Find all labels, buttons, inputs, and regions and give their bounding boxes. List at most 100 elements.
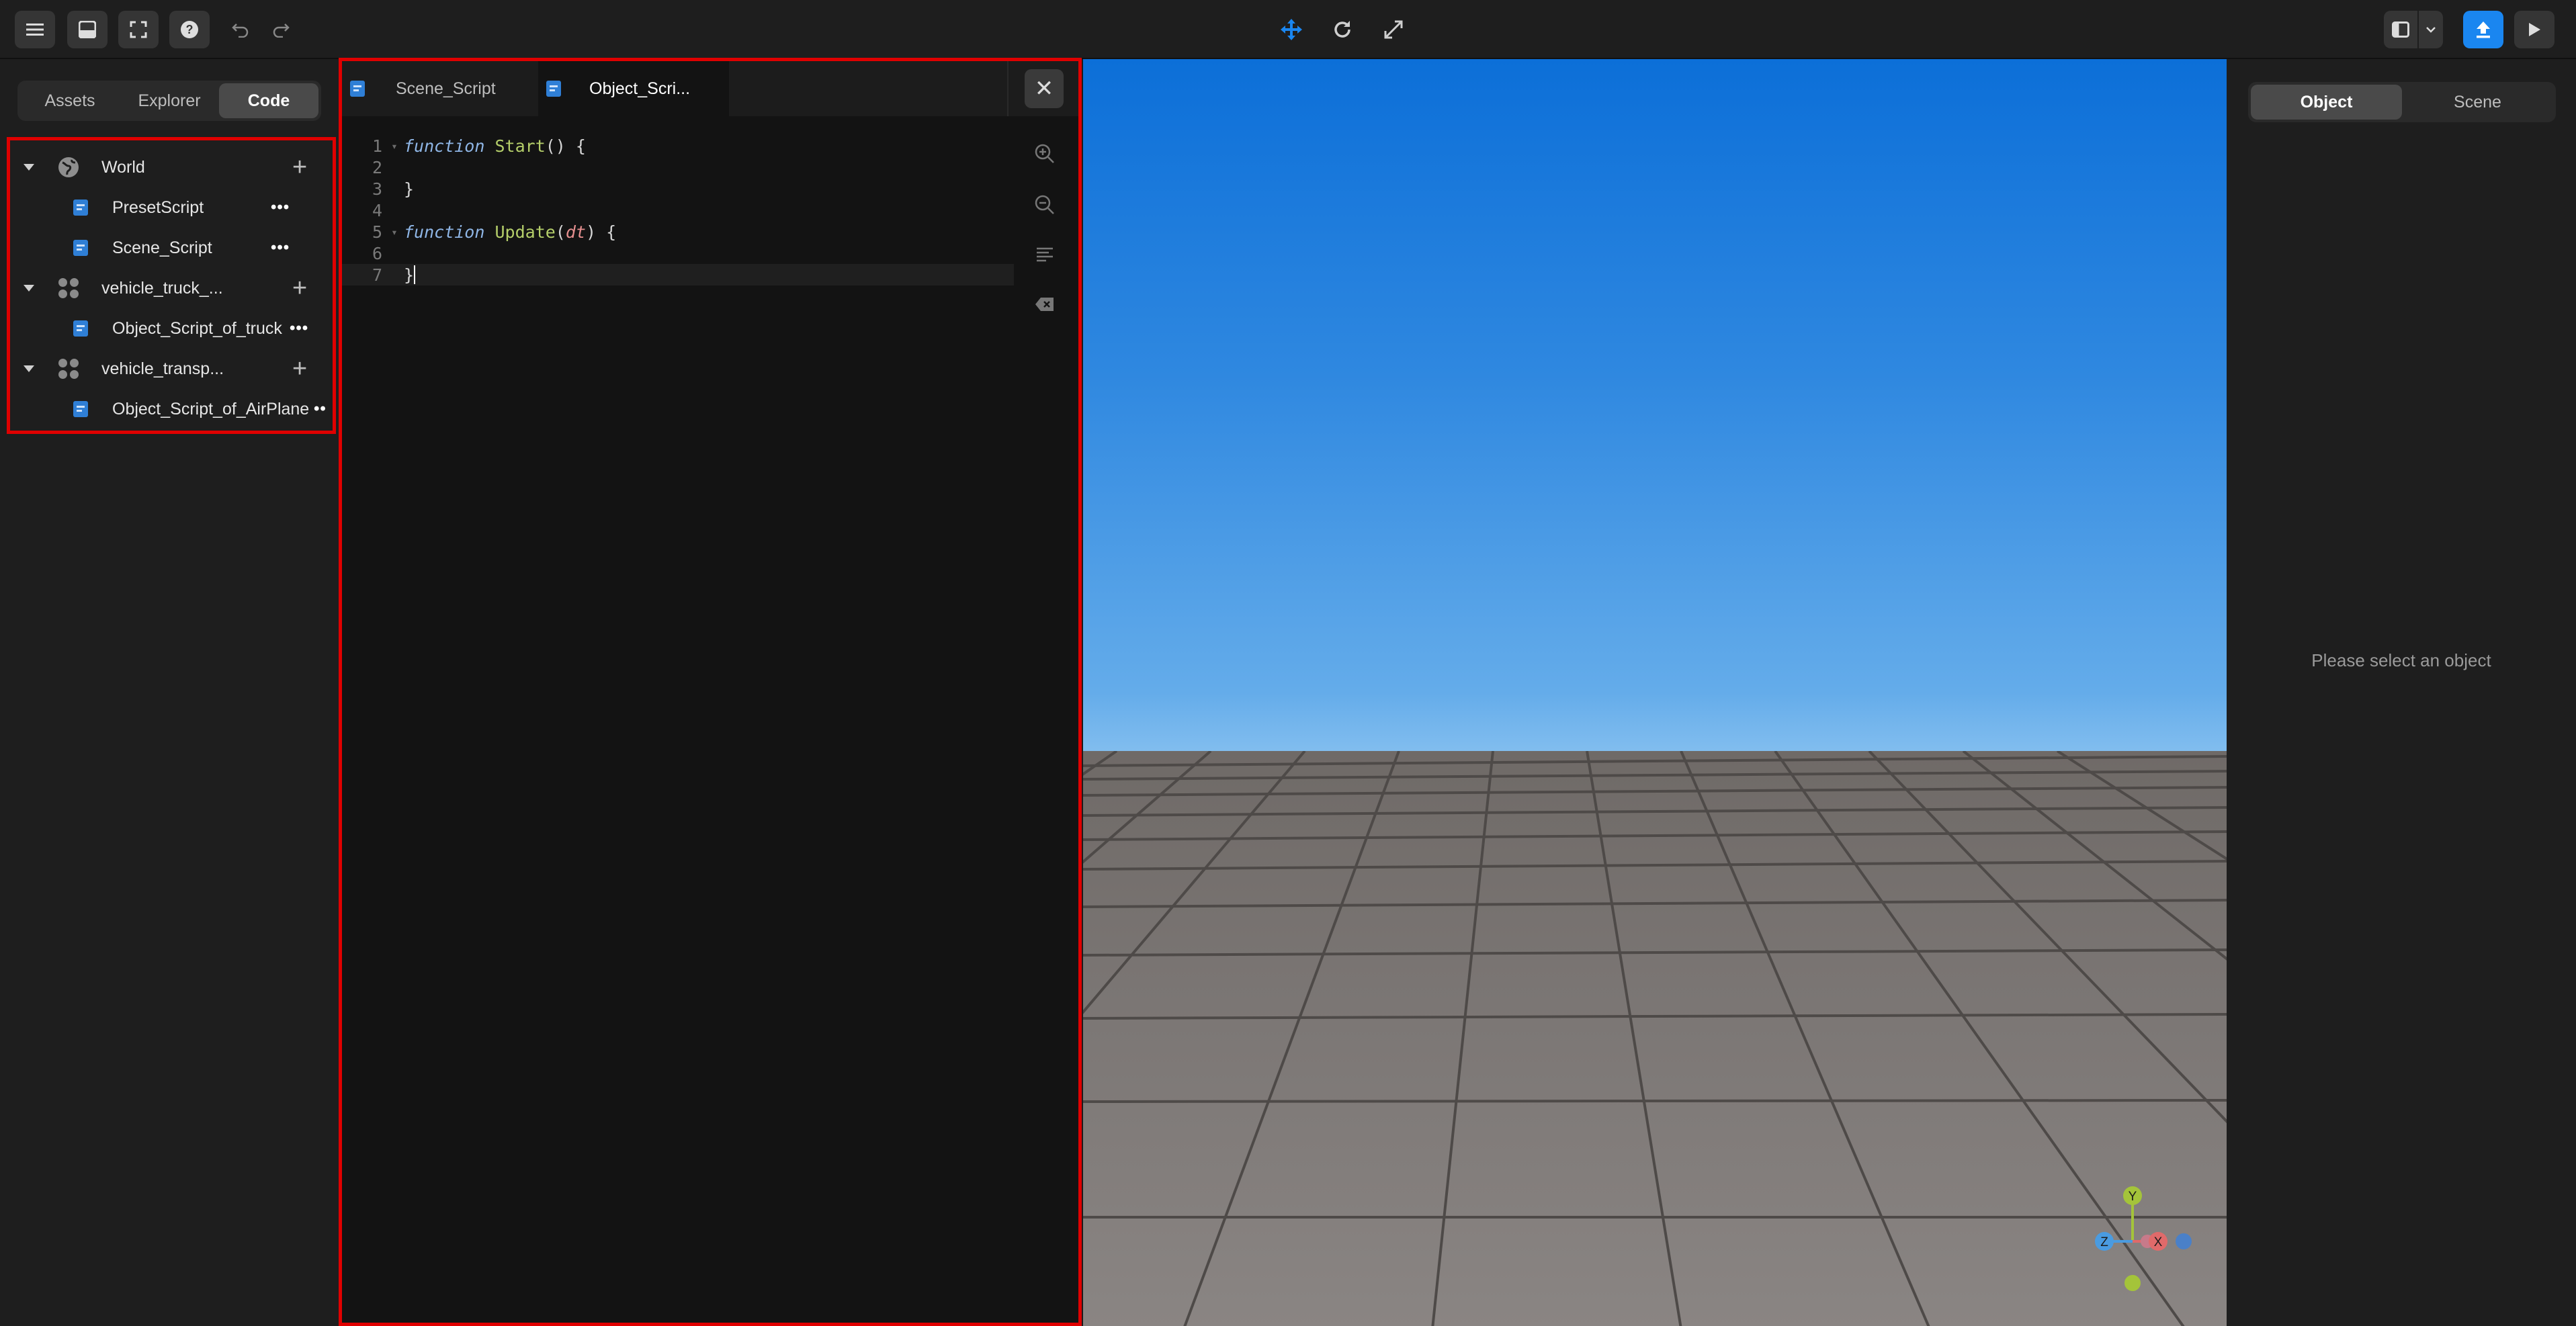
svg-text:?: ?: [186, 23, 194, 36]
tab-assets[interactable]: Assets: [20, 83, 120, 118]
move-tool-button[interactable]: [1273, 11, 1310, 48]
fold-toggle-icon[interactable]: ▾: [385, 140, 404, 152]
tree-item-label: PresetScript: [112, 197, 204, 217]
add-script-button[interactable]: +: [292, 275, 307, 301]
redo-icon: [273, 24, 290, 38]
script-icon: [350, 81, 365, 97]
tree-item-presetscript[interactable]: PresetScript •••: [10, 187, 333, 228]
z-axis-label: Z: [2100, 1235, 2108, 1249]
script-icon: [546, 81, 561, 97]
argument: dt: [565, 222, 586, 242]
tab-separator: [1007, 61, 1008, 116]
line-number: 5: [372, 222, 382, 242]
group-icon: [58, 278, 79, 298]
layout-toggle-icon: [2392, 21, 2409, 38]
code-line-active: 7 }: [342, 264, 1014, 285]
editor-tab-bar: Scene_Script Object_Scri... ✕: [342, 61, 1078, 116]
line-number: 6: [372, 243, 382, 263]
layout-dropdown-button[interactable]: [2419, 11, 2443, 48]
tree-item-label: vehicle_truck_...: [101, 278, 223, 298]
code-line: 6: [342, 242, 1014, 264]
scene-viewport[interactable]: Y Z X: [1083, 59, 2227, 1326]
expand-caret-icon[interactable]: [24, 164, 34, 171]
tree-item-vehicle-transport[interactable]: vehicle_transp... +: [10, 349, 333, 389]
more-options-button[interactable]: •••: [271, 198, 290, 217]
code-line: 4: [342, 200, 1014, 221]
format-button[interactable]: [1031, 241, 1058, 268]
line-number: 2: [372, 157, 382, 177]
axis-gizmo[interactable]: Y Z X: [2077, 1181, 2198, 1295]
script-icon: [73, 320, 88, 337]
play-icon: [2529, 23, 2540, 36]
layout-toggle-button[interactable]: [2384, 11, 2417, 48]
expand-caret-icon[interactable]: [24, 365, 34, 372]
script-tree: World + PresetScript ••• Scene_Script ••…: [7, 137, 336, 434]
zoom-in-icon: [1035, 144, 1054, 163]
properties-tabs: Object Scene: [2248, 82, 2556, 122]
tab-explorer[interactable]: Explorer: [120, 83, 219, 118]
publish-button[interactable]: [2463, 11, 2503, 48]
keyword: function: [404, 136, 485, 156]
more-options-button[interactable]: •••: [271, 238, 290, 257]
help-button[interactable]: ?: [169, 11, 210, 48]
zoom-out-button[interactable]: [1031, 191, 1058, 218]
editor-tab-object-script[interactable]: Object_Scri...: [538, 61, 729, 116]
function-name: Start: [495, 136, 546, 156]
code-punct: ) {: [585, 222, 617, 242]
help-icon: ?: [181, 21, 198, 38]
tree-item-object-script-airplane[interactable]: Object_Script_of_AirPlane ••: [10, 389, 333, 429]
redo-button[interactable]: [262, 11, 300, 48]
publish-icon: [2477, 21, 2490, 38]
zoom-out-icon: [1035, 195, 1054, 214]
tab-scene[interactable]: Scene: [2402, 85, 2553, 120]
floor-grid-lines: [1083, 750, 2227, 1326]
tree-item-label: World: [101, 157, 145, 177]
move-tool-icon: [1281, 19, 1302, 40]
tab-code[interactable]: Code: [219, 83, 318, 118]
rotate-tool-button[interactable]: [1324, 11, 1361, 48]
chevron-down-icon: [2426, 27, 2436, 33]
text-cursor: [414, 265, 416, 284]
tree-item-label: vehicle_transp...: [101, 359, 224, 378]
close-editor-button[interactable]: ✕: [1025, 69, 1064, 108]
tree-item-world[interactable]: World +: [10, 147, 333, 187]
tab-object[interactable]: Object: [2251, 85, 2402, 120]
code-text: }: [404, 179, 415, 199]
zoom-in-button[interactable]: [1031, 140, 1058, 167]
rotate-tool-icon: [1334, 21, 1350, 38]
scale-tool-icon: [1384, 20, 1403, 39]
expand-caret-icon[interactable]: [24, 285, 34, 292]
script-icon: [73, 240, 88, 256]
script-icon: [73, 401, 88, 417]
fullscreen-button[interactable]: [118, 11, 159, 48]
tree-item-scene-script[interactable]: Scene_Script •••: [10, 228, 333, 268]
keyword: function: [404, 222, 485, 242]
properties-panel: Object Scene Please select an object: [2227, 59, 2576, 1326]
editor-tab-scene-script[interactable]: Scene_Script: [342, 61, 537, 116]
x-axis-label: X: [2154, 1235, 2163, 1249]
add-script-button[interactable]: +: [292, 154, 307, 180]
menu-button[interactable]: [15, 11, 55, 48]
tree-item-object-script-truck[interactable]: Object_Script_of_truck •••: [10, 308, 333, 349]
line-number: 7: [372, 265, 382, 285]
play-button[interactable]: [2514, 11, 2554, 48]
line-number: 3: [372, 179, 382, 199]
line-number: 1: [372, 136, 382, 156]
code-line: 1 ▾ function Start() {: [342, 135, 1014, 157]
fold-toggle-icon[interactable]: ▾: [385, 226, 404, 238]
scale-tool-button[interactable]: [1375, 11, 1412, 48]
undo-button[interactable]: [222, 11, 259, 48]
clear-button[interactable]: [1031, 291, 1058, 318]
tree-item-label: Object_Script_of_AirPlane: [112, 399, 310, 418]
more-options-button[interactable]: •••: [290, 319, 308, 338]
add-script-button[interactable]: +: [292, 356, 307, 382]
function-name: Update: [495, 222, 556, 242]
more-options-button[interactable]: ••: [314, 400, 327, 418]
code-area[interactable]: 1 ▾ function Start() { 2 3 } 4 5 ▾ funct…: [342, 135, 1014, 285]
code-line: 5 ▾ function Update(dt) {: [342, 221, 1014, 242]
inbox-button[interactable]: [67, 11, 108, 48]
app-root: ? Assets Explorer Code World + PresetScr…: [0, 0, 2576, 1326]
tree-item-vehicle-truck[interactable]: vehicle_truck_... +: [10, 268, 333, 308]
fullscreen-icon: [130, 21, 147, 38]
undo-icon: [232, 24, 249, 38]
